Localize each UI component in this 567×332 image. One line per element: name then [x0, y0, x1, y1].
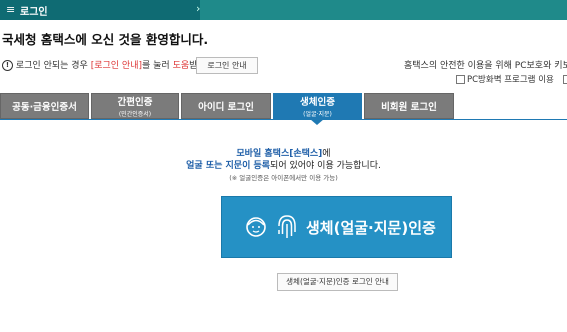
- iphone-note: (※ 얼굴인증은 아이폰에서만 이용 가능): [229, 174, 338, 182]
- tab-label: 아이디 로그인: [198, 102, 254, 113]
- biometric-guide-button[interactable]: 생체(얼굴·지문)인증 로그인 안내: [277, 273, 398, 291]
- security-options: PC방화벽 프로그램 이용 키: [456, 73, 567, 85]
- tab-sublabel: (민간인증서): [118, 111, 152, 118]
- login-guide-link[interactable]: [로그인 안내]: [91, 61, 142, 71]
- tab-certificate[interactable]: 공동·금융인증서: [0, 93, 89, 119]
- registration-requirement-text: 얼굴 또는 지문이 등록: [186, 161, 271, 171]
- login-guide-button[interactable]: 로그인 안내: [196, 57, 258, 74]
- top-bar: ≡ 로그인 ›: [0, 0, 567, 20]
- firewall-label: PC방화벽 프로그램 이용: [467, 75, 554, 85]
- tab-id-login[interactable]: 아이디 로그인: [181, 93, 271, 119]
- security-note: 홈택스의 안전한 이용을 위해 PC보호와 키보드 보: [404, 61, 567, 71]
- page-title: 로그인: [20, 7, 48, 18]
- biometric-button-label: 생체(얼굴·지문)인증: [306, 219, 436, 237]
- tab-label: 공동·금융인증서: [12, 102, 77, 113]
- login-method-tabs: 공동·금융인증서 간편인증 (민간인증서) 아이디 로그인 생체인증 (얼굴·지…: [0, 93, 567, 120]
- info-icon: !: [2, 60, 13, 71]
- tab-non-member[interactable]: 비회원 로그인: [364, 93, 454, 119]
- tab-simple-auth[interactable]: 간편인증 (민간인증서): [91, 93, 179, 119]
- help-link[interactable]: 도움: [173, 61, 190, 71]
- menu-icon[interactable]: ≡: [6, 3, 15, 16]
- chevron-right-icon: ›: [196, 2, 201, 15]
- tab-label: 생체인증: [300, 97, 335, 108]
- biometric-login-button[interactable]: 생체(얼굴·지문)인증: [221, 196, 452, 258]
- help-notice: ! 로그인 안되는 경우 [로그인 안내]를 눌러 도움받으세요.: [2, 58, 225, 71]
- fingerprint-icon: [278, 215, 296, 238]
- tab-biometric[interactable]: 생체인증 (얼굴·지문): [273, 93, 362, 119]
- welcome-heading: 국세청 홈택스에 오신 것을 환영합니다.: [2, 32, 209, 47]
- keyboard-checkbox[interactable]: [562, 75, 567, 84]
- notice-text-1: 로그인 안되는 경우: [15, 61, 91, 71]
- face-icon: [246, 217, 266, 237]
- tab-sublabel: (얼굴·지문): [303, 111, 332, 118]
- tab-label: 비회원 로그인: [381, 102, 437, 113]
- tab-label: 간편인증: [117, 97, 153, 108]
- desc-text: 되어 있어야 이용 가능합니다.: [270, 161, 381, 171]
- active-tab-indicator: [310, 119, 324, 125]
- notice-text-2: 를 눌러: [142, 61, 173, 71]
- firewall-checkbox[interactable]: [456, 75, 465, 84]
- description-line-2: 얼굴 또는 지문이 등록되어 있어야 이용 가능합니다.: [0, 158, 567, 171]
